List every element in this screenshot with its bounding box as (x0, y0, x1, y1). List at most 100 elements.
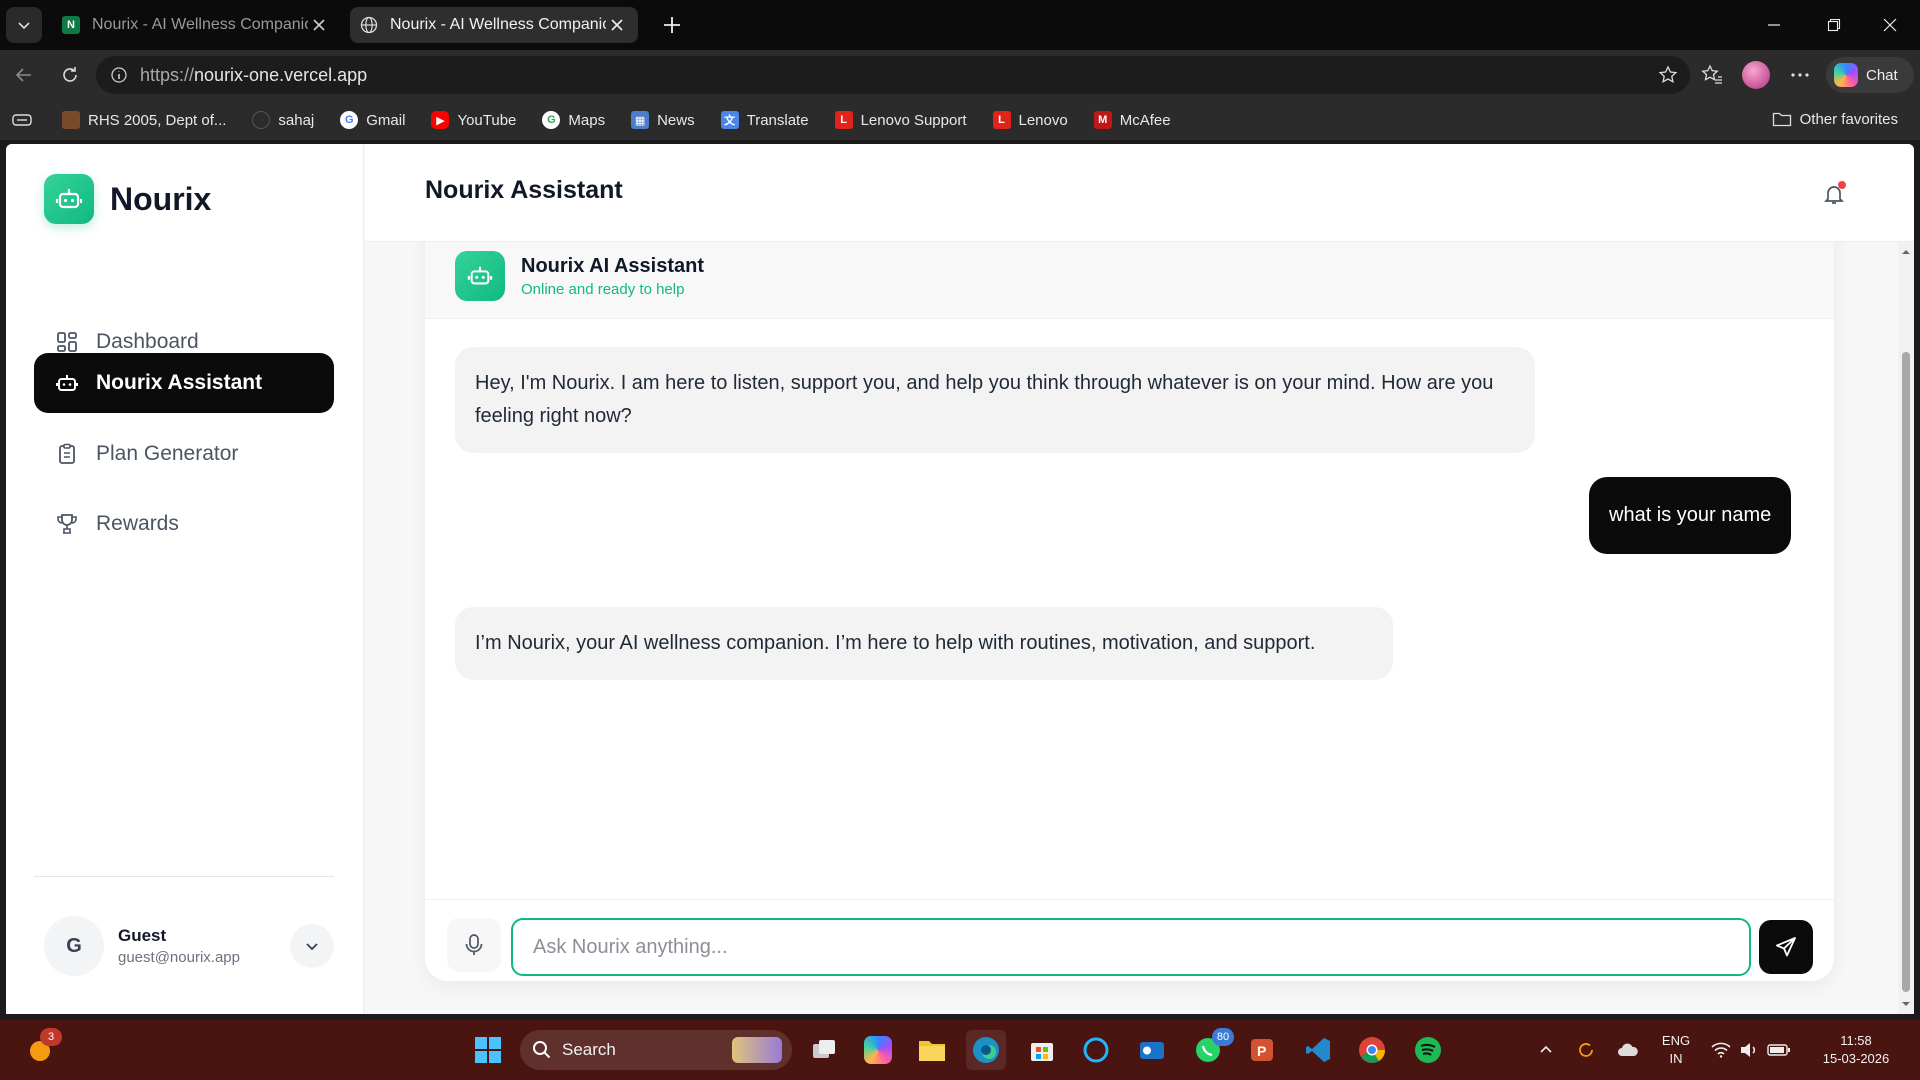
spotify-button[interactable] (1408, 1030, 1448, 1070)
assistant-status: Online and ready to help (521, 281, 685, 298)
taskbar-search[interactable]: Search (520, 1030, 792, 1070)
sidebar-item-nourix-assistant[interactable]: Nourix Assistant (34, 353, 334, 413)
other-favorites-folder[interactable]: Other favorites (1772, 110, 1898, 128)
user-menu-button[interactable] (290, 924, 334, 968)
sidebar: Nourix Dashboard Nourix Assistant Plan G… (6, 144, 364, 1014)
favorite-link[interactable]: L Lenovo (992, 111, 1068, 129)
notification-badge: 3 (40, 1028, 62, 1046)
favorites-bar: RHS 2005, Dept of... sahaj G Gmail ▶ YouTu… (0, 100, 1920, 140)
refresh-icon (63, 67, 77, 82)
search-icon (533, 1041, 551, 1059)
scroll-up-icon (1902, 250, 1910, 254)
page-scrollbar[interactable] (1898, 242, 1914, 1014)
edge-browser-button[interactable] (966, 1030, 1006, 1070)
close-icon (313, 19, 325, 31)
youtube-icon: ▶ (431, 111, 450, 129)
chat-panel: Nourix AI Assistant Online and ready to … (424, 214, 1835, 982)
sidebar-item-label: Dashboard (96, 330, 199, 353)
vscode-button[interactable] (1298, 1030, 1338, 1070)
new-tab-button[interactable] (656, 9, 688, 41)
quick-settings-button[interactable] (1706, 1030, 1796, 1070)
user-message: what is your name (1589, 477, 1792, 554)
restore-window-button[interactable] (1806, 0, 1862, 50)
notifications-button[interactable] (1818, 178, 1850, 210)
microsoft-store-button[interactable] (1022, 1030, 1062, 1070)
cloud-icon (1618, 1043, 1638, 1056)
weather-widget[interactable]: 3 (20, 1028, 62, 1070)
file-explorer-button[interactable] (912, 1030, 952, 1070)
sync-icon (1579, 1043, 1593, 1057)
favorite-link[interactable]: sahaj (252, 111, 314, 129)
address-bar[interactable]: https://nourix-one.vercel.app (96, 56, 1690, 94)
chrome-button[interactable] (1352, 1030, 1392, 1070)
sidebar-item-label: Plan Generator (96, 442, 239, 465)
show-hidden-icons-button[interactable] (1528, 1030, 1564, 1070)
search-highlight-icon (732, 1037, 782, 1063)
close-window-button[interactable] (1862, 0, 1918, 50)
lenovo-icon: L (992, 111, 1011, 129)
dashboard-icon (54, 329, 80, 355)
send-message-button[interactable] (1759, 920, 1813, 974)
favorite-link[interactable]: G Maps (542, 111, 605, 129)
sidebar-item-rewards[interactable]: Rewards (34, 494, 334, 554)
microphone-icon (465, 934, 483, 955)
favorite-link[interactable]: G Gmail (340, 111, 405, 129)
refresh-button[interactable] (54, 59, 86, 91)
site-info-icon (111, 67, 127, 83)
browser-tab-inactive[interactable]: N Nourix - AI Wellness Companion (52, 7, 340, 43)
close-tab-button[interactable] (308, 14, 330, 36)
profile-button[interactable] (1740, 59, 1772, 91)
translate-icon: 文 (720, 111, 739, 129)
star-icon (1658, 65, 1678, 83)
clock[interactable]: 11:58 15-03-2026 (1808, 1032, 1904, 1068)
input-language-indicator[interactable]: ENG IN (1658, 1032, 1694, 1068)
copilot-taskbar-button[interactable] (858, 1030, 898, 1070)
copilot-icon (1834, 63, 1858, 87)
google-icon: G (340, 111, 359, 129)
start-button[interactable] (468, 1030, 508, 1070)
voice-input-button[interactable] (447, 918, 501, 972)
store-icon (1031, 1043, 1053, 1061)
favorite-link[interactable]: M McAfee (1093, 111, 1171, 129)
favorite-link[interactable]: 文 Translate (720, 111, 809, 129)
scrollbar-thumb[interactable] (1902, 352, 1910, 992)
alexa-button[interactable] (1076, 1030, 1116, 1070)
favorites-bar-toggle[interactable] (12, 113, 32, 127)
favorite-link[interactable]: L Lenovo Support (834, 111, 967, 129)
task-view-button[interactable] (804, 1030, 844, 1070)
close-tab-button[interactable] (606, 14, 628, 36)
clock-time: 11:58 (1840, 1033, 1872, 1048)
sync-tray-icon[interactable] (1568, 1030, 1604, 1070)
more-options-button[interactable] (1784, 59, 1816, 91)
favorite-link[interactable]: ▶ YouTube (431, 111, 516, 129)
minimize-window-button[interactable] (1746, 0, 1802, 50)
sidebar-item-label: Rewards (96, 512, 179, 535)
onedrive-tray-icon[interactable] (1610, 1030, 1646, 1070)
powerpoint-button[interactable]: P (1242, 1030, 1282, 1070)
clock-date: 15-03-2026 (1822, 1051, 1890, 1066)
chevron-down-icon (306, 943, 318, 951)
favorite-link[interactable]: ▦ News (631, 111, 695, 129)
sidebar-item-plan-generator[interactable]: Plan Generator (34, 424, 334, 484)
browser-tab-active[interactable]: Nourix - AI Wellness Companion (350, 7, 638, 43)
bot-icon (455, 251, 505, 301)
google-icon: G (542, 111, 561, 129)
whatsapp-button[interactable]: 80 (1188, 1028, 1234, 1070)
chat-message-input[interactable] (511, 918, 1751, 976)
bot-message: Hey, I'm Nourix. I am here to listen, su… (455, 347, 1535, 453)
favorites-star-icon (1701, 64, 1722, 84)
favorite-star-button[interactable] (1658, 65, 1678, 85)
lenovo-icon: L (834, 111, 853, 129)
favorites-button[interactable] (1696, 59, 1728, 91)
favorite-link[interactable]: RHS 2005, Dept of... (62, 111, 226, 129)
copilot-chat-button[interactable]: Chat (1826, 57, 1914, 93)
task-view-icon (813, 1040, 835, 1058)
user-profile-card[interactable]: G Guest guest@nourix.app (44, 916, 334, 976)
back-button[interactable] (8, 59, 40, 91)
close-icon (611, 19, 623, 31)
brand[interactable]: Nourix (44, 174, 211, 224)
tab-actions-menu-button[interactable] (6, 7, 42, 43)
battery-icon (1767, 1044, 1790, 1056)
chevron-up-icon (1540, 1045, 1552, 1053)
outlook-button[interactable] (1132, 1030, 1172, 1070)
